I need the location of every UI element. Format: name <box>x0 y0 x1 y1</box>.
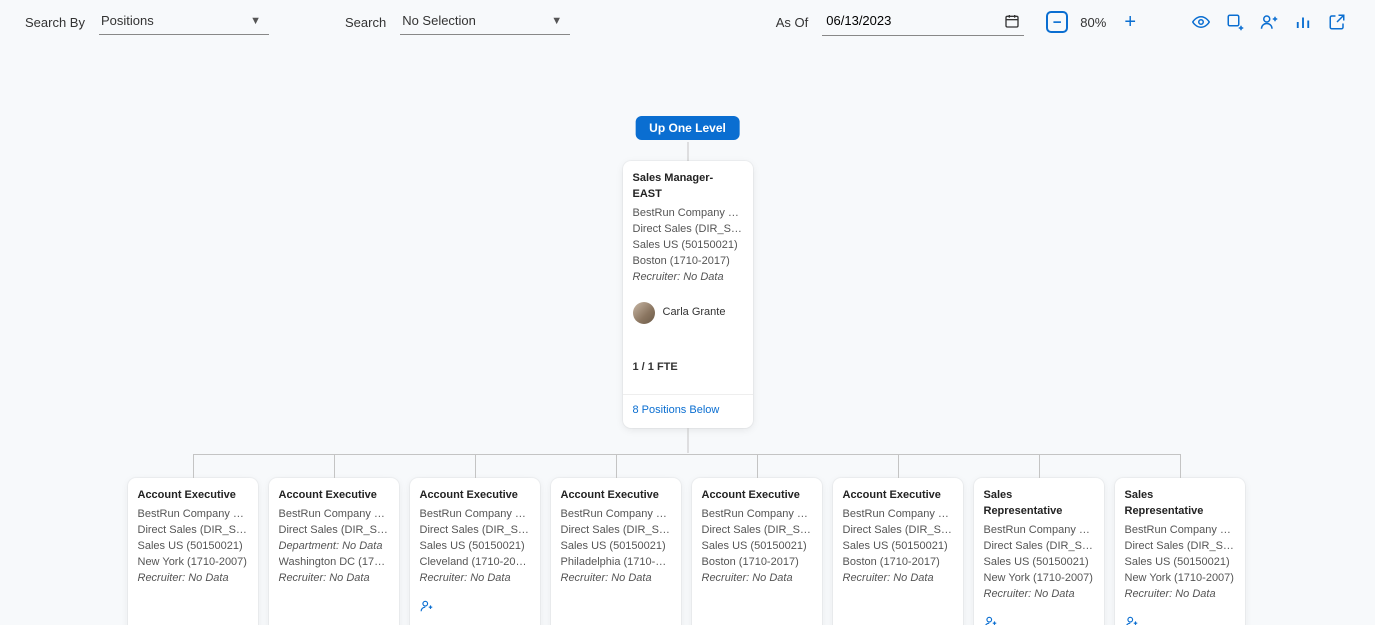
search-value: No Selection <box>402 13 476 28</box>
add-person-icon[interactable] <box>1125 615 1235 625</box>
position-title: Account Executive <box>561 488 671 504</box>
department: Direct Sales (DIR_SAL… <box>843 523 953 539</box>
add-person-icon[interactable] <box>420 599 530 613</box>
location: Boston (1710-2017) <box>702 555 812 571</box>
location: Boston (1710-2017) <box>843 555 953 571</box>
root-position-card[interactable]: Sales Manager-EAST BestRun Company (1… D… <box>623 161 753 428</box>
add-person-icon[interactable] <box>1256 9 1282 35</box>
department: Direct Sales (DIR_SAL… <box>279 523 389 539</box>
recruiter: Recruiter: No Data <box>420 571 530 587</box>
department: Direct Sales (DIR_SAL… <box>633 222 743 238</box>
position-title: Account Executive <box>279 488 389 504</box>
chevron-down-icon: ▼ <box>551 15 562 27</box>
location: Washington DC (1710… <box>279 555 389 571</box>
fte: 1 / 1 FTE <box>623 334 753 395</box>
child-position-card[interactable]: Account Executive BestRun Company (1…Dire… <box>833 478 963 625</box>
zoom-out-button[interactable]: − <box>1046 11 1068 33</box>
child-position-card[interactable]: Account Executive BestRun Company (1…Dire… <box>551 478 681 625</box>
asof-label: As Of <box>776 15 809 30</box>
recruiter: Recruiter: No Data <box>138 571 248 587</box>
zoom-in-button[interactable]: + <box>1118 12 1142 32</box>
location: Cleveland (1710-2013) <box>420 555 530 571</box>
asof-field[interactable] <box>822 8 1024 36</box>
up-one-level-button[interactable]: Up One Level <box>635 116 740 140</box>
department: Direct Sales (DIR_SAL… <box>702 523 812 539</box>
recruiter: Recruiter: No Data <box>1125 587 1235 603</box>
child-position-card[interactable]: Account Executive BestRun Company (1…Dire… <box>410 478 540 625</box>
asof-input[interactable] <box>824 12 1004 29</box>
unit: Sales US (50150021) <box>561 539 671 555</box>
unit: Sales US (50150021) <box>702 539 812 555</box>
export-icon[interactable] <box>1324 9 1350 35</box>
connector-line <box>687 142 688 162</box>
company: BestRun Company (1… <box>843 507 953 523</box>
search-select[interactable]: No Selection ▼ <box>400 9 570 35</box>
location: New York (1710-2007) <box>1125 571 1235 587</box>
company: BestRun Company (1… <box>702 507 812 523</box>
company: BestRun Company (1… <box>633 206 743 222</box>
connector-line <box>193 454 1180 455</box>
child-position-card[interactable]: Account Executive BestRun Company (1…Dire… <box>692 478 822 625</box>
connector-line <box>687 428 688 453</box>
zoom-percent: 80% <box>1076 15 1110 30</box>
unit: Department: No Data <box>279 539 389 555</box>
person-name: Carla Grante <box>663 305 726 321</box>
add-position-icon[interactable] <box>1222 9 1248 35</box>
org-chart-canvas: Up One Level Sales Manager-EAST BestRun … <box>0 48 1375 621</box>
location: Boston (1710-2017) <box>633 254 743 270</box>
position-title: Account Executive <box>420 488 530 504</box>
location: Philadelphia (1710-20… <box>561 555 671 571</box>
position-title: Sales Manager-EAST <box>633 171 743 203</box>
recruiter: Recruiter: No Data <box>279 571 389 587</box>
position-title: Account Executive <box>138 488 248 504</box>
incumbent-row[interactable]: Carla Grante <box>623 292 753 334</box>
avatar <box>633 302 655 324</box>
department: Direct Sales (DIR_SAL… <box>420 523 530 539</box>
child-position-card[interactable]: Account Executive BestRun Company (1…Dire… <box>128 478 258 625</box>
department: Direct Sales (DIR_SAL… <box>561 523 671 539</box>
add-person-icon[interactable] <box>984 615 1094 625</box>
recruiter: Recruiter: No Data <box>984 587 1094 603</box>
recruiter: Recruiter: No Data <box>561 571 671 587</box>
unit: Sales US (50150021) <box>843 539 953 555</box>
company: BestRun Company (1… <box>561 507 671 523</box>
toolbar: Search By Positions ▼ Search No Selectio… <box>0 0 1375 48</box>
department: Direct Sales (DIR_SAL… <box>984 539 1094 555</box>
search-label: Search <box>345 15 386 30</box>
chart-icon[interactable] <box>1290 9 1316 35</box>
searchby-select[interactable]: Positions ▼ <box>99 9 269 35</box>
location: New York (1710-2007) <box>984 571 1094 587</box>
company: BestRun Company (1… <box>1125 523 1235 539</box>
position-title: Account Executive <box>843 488 953 504</box>
position-title: Account Executive <box>702 488 812 504</box>
department: Direct Sales (DIR_SAL… <box>1125 539 1235 555</box>
positions-below-link[interactable]: 8 Positions Below <box>623 395 753 429</box>
chevron-down-icon: ▼ <box>250 15 261 27</box>
calendar-icon[interactable] <box>1004 13 1020 29</box>
child-position-card[interactable]: Account Executive BestRun Company (1…Dire… <box>269 478 399 625</box>
company: BestRun Company (1… <box>984 523 1094 539</box>
recruiter: Recruiter: No Data <box>633 270 743 286</box>
unit: Sales US (50150021) <box>633 238 743 254</box>
eye-icon[interactable] <box>1188 9 1214 35</box>
unit: Sales US (50150021) <box>984 555 1094 571</box>
child-position-card[interactable]: Sales Representative BestRun Company (1…D… <box>1115 478 1245 625</box>
child-position-card[interactable]: Sales Representative BestRun Company (1…D… <box>974 478 1104 625</box>
company: BestRun Company (1… <box>279 507 389 523</box>
recruiter: Recruiter: No Data <box>843 571 953 587</box>
children-row: Account ExecutiveBestRun Company (1…Dire… <box>128 478 1248 625</box>
company: BestRun Company (1… <box>138 507 248 523</box>
position-title: Sales Representative <box>1125 488 1235 520</box>
searchby-label: Search By <box>25 15 85 30</box>
unit: Sales US (50150021) <box>1125 555 1235 571</box>
unit: Sales US (50150021) <box>420 539 530 555</box>
department: Direct Sales (DIR_SAL… <box>138 523 248 539</box>
position-title: Sales Representative <box>984 488 1094 520</box>
location: New York (1710-2007) <box>138 555 248 571</box>
company: BestRun Company (1… <box>420 507 530 523</box>
recruiter: Recruiter: No Data <box>702 571 812 587</box>
incumbent-row[interactable]: Michael Tremblay <box>843 619 953 625</box>
searchby-value: Positions <box>101 13 154 28</box>
unit: Sales US (50150021) <box>138 539 248 555</box>
